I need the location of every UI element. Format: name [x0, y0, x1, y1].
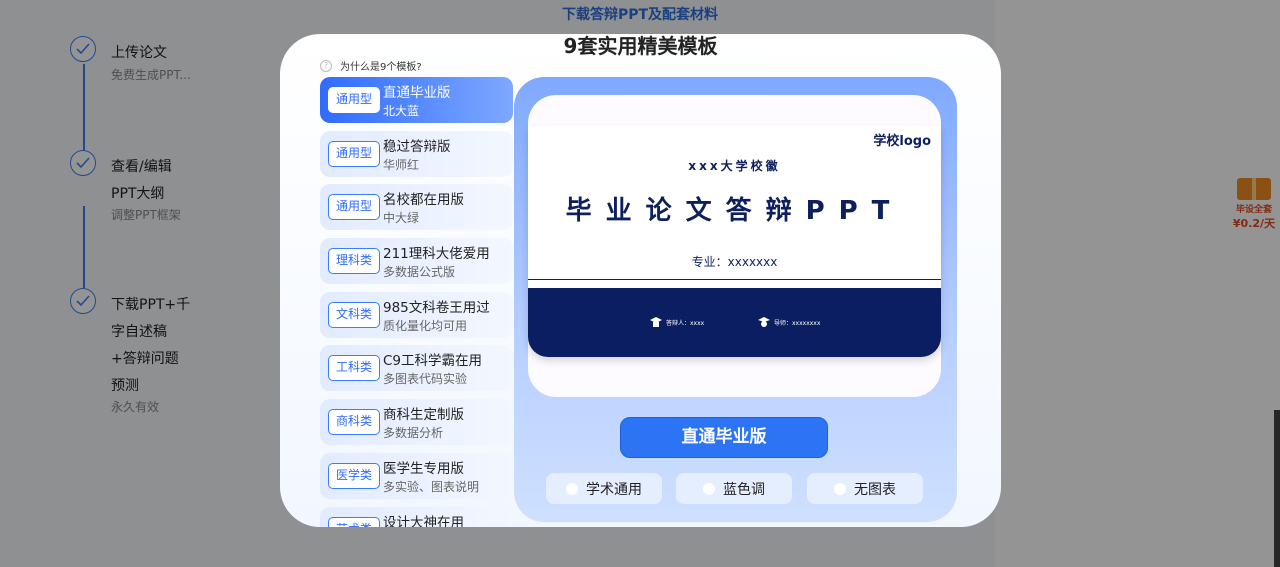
select-template-button[interactable]: 直通毕业版: [620, 417, 828, 458]
presenter-info: 答辩人：xxxx: [650, 316, 704, 328]
template-name: 名校都在用版: [383, 192, 464, 209]
feature-chip: 学术通用: [546, 473, 662, 504]
slide-footer-band: 答辩人：xxxx 导师：xxxxxxxx: [528, 288, 941, 357]
template-subtitle: 质化量化均可用: [383, 318, 468, 333]
template-tag: 艺术类: [328, 516, 380, 527]
dot-icon: [566, 482, 578, 495]
template-item[interactable]: 通用型 名校都在用版 中大绿: [320, 184, 513, 231]
why-label: 为什么是9个模板?: [340, 62, 422, 73]
template-name: 医学生专用版: [383, 460, 464, 477]
dot-icon: [703, 482, 715, 495]
template-tag: 理科类: [328, 248, 380, 275]
teacher-icon: [758, 317, 770, 327]
divider: [528, 279, 941, 280]
template-item[interactable]: 通用型 直通毕业版 北大蓝: [320, 77, 513, 123]
template-tag: 工科类: [328, 355, 380, 382]
advisor-info: 导师：xxxxxxxx: [758, 316, 820, 328]
template-name: 稳过答辩版: [383, 138, 451, 155]
template-name: 直通毕业版: [383, 85, 451, 101]
preview-card: 学校logo xxx大学校徽 毕业论文答辩PPT 专业：xxxxxxx 答辩人：…: [528, 95, 941, 397]
feature-chip: 蓝色调: [676, 473, 792, 504]
template-subtitle: 多数据公式版: [383, 265, 456, 280]
template-tag: 通用型: [328, 87, 380, 113]
template-item[interactable]: 工科类 C9工科学霸在用 多图表代码实验: [320, 345, 513, 392]
school-logo-placeholder: 学校logo: [873, 134, 931, 149]
template-tag: 通用型: [328, 140, 380, 167]
template-name: 商科生定制版: [383, 407, 464, 424]
template-name: 设计大神在用: [383, 514, 464, 528]
dot-icon: [834, 482, 846, 495]
template-tag: 医学类: [328, 462, 380, 489]
chip-label: 学术通用: [586, 481, 642, 498]
why-nine-templates[interactable]: ? 为什么是9个模板?: [320, 58, 422, 73]
template-name: C9工科学霸在用: [383, 353, 483, 370]
modal-title: 9套实用精美模板: [563, 34, 718, 58]
template-subtitle: 中大绿: [383, 211, 420, 226]
template-subtitle: 华师红: [383, 157, 420, 172]
slide-preview: 学校logo xxx大学校徽 毕业论文答辩PPT 专业：xxxxxxx 答辩人：…: [528, 126, 941, 357]
template-tag: 商科类: [328, 409, 380, 436]
template-tag: 通用型: [328, 194, 380, 221]
advisor-label: 导师：xxxxxxxx: [774, 319, 821, 327]
template-tag: 文科类: [328, 301, 380, 328]
template-item[interactable]: 文科类 985文科卷王用过 质化量化均可用: [320, 291, 513, 338]
template-subtitle: 多实验、图表说明: [383, 479, 480, 494]
template-preview-panel: 学校logo xxx大学校徽 毕业论文答辩PPT 专业：xxxxxxx 答辩人：…: [514, 77, 957, 522]
template-item[interactable]: 通用型 稳过答辩版 华师红: [320, 130, 513, 177]
slide-major: 专业：xxxxxxx: [691, 255, 778, 269]
template-item[interactable]: 商科类 商科生定制版 多数据分析: [320, 399, 513, 446]
question-icon: ?: [320, 59, 332, 72]
template-list[interactable]: 通用型 直通毕业版 北大蓝 通用型 稳过答辩版 华师红 通用型 名校都在用版 中…: [320, 77, 513, 527]
slide-title: 毕业论文答辩PPT: [565, 196, 904, 226]
graduate-icon: [650, 317, 662, 327]
template-name: 985文科卷王用过: [383, 299, 490, 316]
feature-chip: 无图表: [807, 473, 923, 504]
chip-label: 无图表: [854, 481, 896, 498]
chip-label: 蓝色调: [723, 481, 765, 498]
template-modal: 9套实用精美模板 ? 为什么是9个模板? 通用型 直通毕业版 北大蓝 通用型 稳…: [280, 34, 1001, 527]
template-subtitle: 北大蓝: [383, 104, 420, 118]
school-emblem-placeholder: xxx大学校徽: [688, 159, 781, 173]
presenter-label: 答辩人：xxxx: [666, 319, 705, 327]
template-item[interactable]: 医学类 医学生专用版 多实验、图表说明: [320, 452, 513, 499]
template-name: 211理科大佬爱用: [383, 246, 490, 263]
template-subtitle: 多图表代码实验: [383, 372, 468, 387]
template-item[interactable]: 理科类 211理科大佬爱用 多数据公式版: [320, 238, 513, 285]
template-subtitle: 多数据分析: [383, 426, 444, 441]
template-item[interactable]: 艺术类 设计大神在用: [320, 506, 513, 528]
